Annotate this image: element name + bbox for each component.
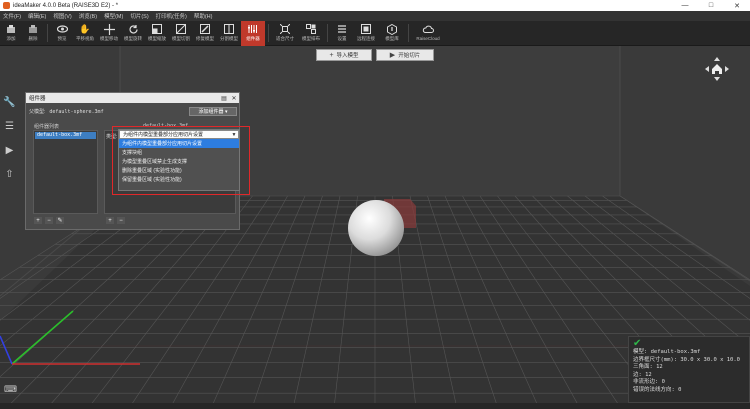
annotation-highlight — [112, 126, 250, 195]
move-icon — [103, 23, 115, 35]
dialog-title: 组件器 — [29, 96, 46, 102]
add-list-button[interactable]: + — [34, 217, 42, 224]
tool-settings[interactable]: 设置 — [331, 21, 353, 46]
toolbar-divider — [408, 24, 409, 42]
list-icon[interactable]: ☰ — [3, 120, 16, 133]
modifier-icon — [247, 23, 259, 35]
tool-arrange[interactable]: 模型排布 — [298, 21, 324, 46]
title-bar: ideaMaker 4.0.0 Beta (RAISE3D E2) - * — … — [0, 0, 750, 11]
tool-library[interactable]: 模型库 — [379, 21, 405, 46]
list-buttons: + − ✎ — [34, 217, 64, 224]
tool-delete[interactable]: 删除 — [22, 21, 44, 46]
window-title: ideaMaker 4.0.0 Beta (RAISE3D E2) - * — [13, 2, 119, 9]
remove-detail-button[interactable]: − — [117, 217, 125, 224]
cut-icon — [175, 23, 187, 35]
parent-model-row: 父模型: default-sphere.3mf — [29, 108, 104, 115]
keyboard-icon[interactable]: ⌨ — [4, 384, 17, 394]
menu-file[interactable]: 文件(F) — [3, 12, 21, 20]
start-slice-button[interactable]: ▶ 开始切片 — [376, 49, 434, 61]
info-model: 模型: default-box.3mf — [633, 349, 701, 355]
repair-icon — [199, 23, 211, 35]
add-detail-button[interactable]: + — [106, 217, 114, 224]
wrench-icon[interactable]: 🔧 — [3, 96, 16, 109]
tool-repair[interactable]: 修复模型 — [193, 21, 217, 46]
home-view-icon[interactable] — [702, 54, 732, 84]
view-navigation[interactable] — [702, 54, 732, 84]
remote-icon — [360, 23, 372, 35]
maximize-button[interactable]: □ — [698, 2, 724, 9]
tool-modifier[interactable]: 组件器 — [241, 21, 265, 46]
minimize-button[interactable]: — — [672, 2, 698, 9]
split-icon — [223, 23, 235, 35]
plus-icon: + — [329, 51, 334, 59]
preview-play-icon[interactable]: ▶ — [3, 144, 16, 157]
add-modifier-button[interactable]: 添加组件器 ▾ — [189, 107, 237, 116]
chevron-down-icon: ▾ — [224, 108, 228, 115]
pin-icon[interactable]: ▤ — [219, 95, 229, 102]
menu-browse[interactable]: 浏览(B) — [79, 12, 97, 20]
menu-help[interactable]: 帮助(H) — [194, 12, 213, 20]
remove-list-button[interactable]: − — [45, 217, 53, 224]
tool-pan[interactable]: ✋ 平移视角 — [73, 21, 97, 46]
info-bbox: 边界框尺寸(mm): 30.0 x 30.0 x 10.0 — [633, 356, 740, 363]
cloud-icon — [422, 23, 434, 35]
menu-view[interactable]: 视图(V) — [53, 12, 71, 20]
fit-icon — [279, 23, 291, 35]
view-icon — [56, 23, 68, 35]
tool-add[interactable]: 添加 — [0, 21, 22, 46]
import-model-button[interactable]: + 导入模型 — [316, 49, 372, 61]
tool-rotate[interactable]: 模型旋转 — [121, 21, 145, 46]
settings-icon — [336, 23, 348, 35]
arrange-icon — [305, 23, 317, 35]
list-item[interactable]: default-box.3mf — [35, 132, 96, 139]
tool-split[interactable]: 分割模型 — [217, 21, 241, 46]
tool-cut[interactable]: 模型切割 — [169, 21, 193, 46]
detail-buttons: + − — [106, 217, 125, 224]
close-button[interactable]: ✕ — [724, 2, 750, 10]
delete-icon — [27, 23, 39, 35]
play-icon: ▶ — [389, 52, 396, 59]
tool-remote[interactable]: 远程连接 — [353, 21, 379, 46]
status-bar — [0, 403, 750, 409]
menu-printer[interactable]: 打印机(任务) — [156, 12, 187, 20]
menu-edit[interactable]: 编辑(E) — [28, 12, 46, 20]
rotate-icon — [127, 23, 139, 35]
tool-scale[interactable]: 模型缩放 — [145, 21, 169, 46]
tool-move[interactable]: 模型移动 — [97, 21, 121, 46]
dialog-close-icon[interactable]: ✕ — [229, 95, 239, 102]
main-toolbar: 添加 删除 预览 ✋ 平移视角 模型移动 模型旋转 模型缩放 模型切割 修复模型… — [0, 21, 750, 46]
parent-label: 父模型: — [29, 109, 46, 115]
menu-slice[interactable]: 切片(S) — [130, 12, 148, 20]
dialog-header[interactable]: 组件器 ▤ ✕ — [26, 93, 239, 103]
tool-raisecloud[interactable]: RaiseCloud — [412, 21, 444, 46]
library-icon — [386, 23, 398, 35]
add-model-icon — [5, 23, 17, 35]
app-logo-icon — [3, 2, 10, 9]
modifier-list[interactable]: default-box.3mf — [33, 130, 98, 214]
info-edges: 边: 12 — [633, 371, 652, 378]
info-wrong-normals: 错误的法线方向: 0 — [633, 386, 682, 393]
info-triangles: 三角面: 12 — [633, 364, 663, 370]
toolbar-divider — [268, 24, 269, 42]
edit-list-button[interactable]: ✎ — [56, 217, 64, 224]
toolbar-divider — [47, 24, 48, 42]
tool-fit[interactable]: 适合尺寸 — [272, 21, 298, 46]
scale-icon — [151, 23, 163, 35]
model-info-panel: ✔ 模型: default-box.3mf 边界框尺寸(mm): 30.0 x … — [628, 336, 750, 403]
tool-view[interactable]: 预览 — [51, 21, 73, 46]
menu-bar: 文件(F) 编辑(E) 视图(V) 浏览(B) 模型(M) 切片(S) 打印机(… — [0, 11, 750, 21]
modifier-list-label: 组件器列表 — [34, 124, 60, 130]
toolbar-divider — [327, 24, 328, 42]
parent-file: default-sphere.3mf — [49, 109, 104, 115]
checkmark-icon: ✔ — [633, 338, 642, 349]
sphere-model[interactable] — [348, 200, 404, 256]
info-non-manifold: 非流形边: 0 — [633, 379, 665, 385]
upload-icon[interactable]: ⇧ — [3, 168, 16, 181]
menu-model[interactable]: 模型(M) — [104, 12, 123, 20]
hand-icon: ✋ — [79, 23, 91, 34]
